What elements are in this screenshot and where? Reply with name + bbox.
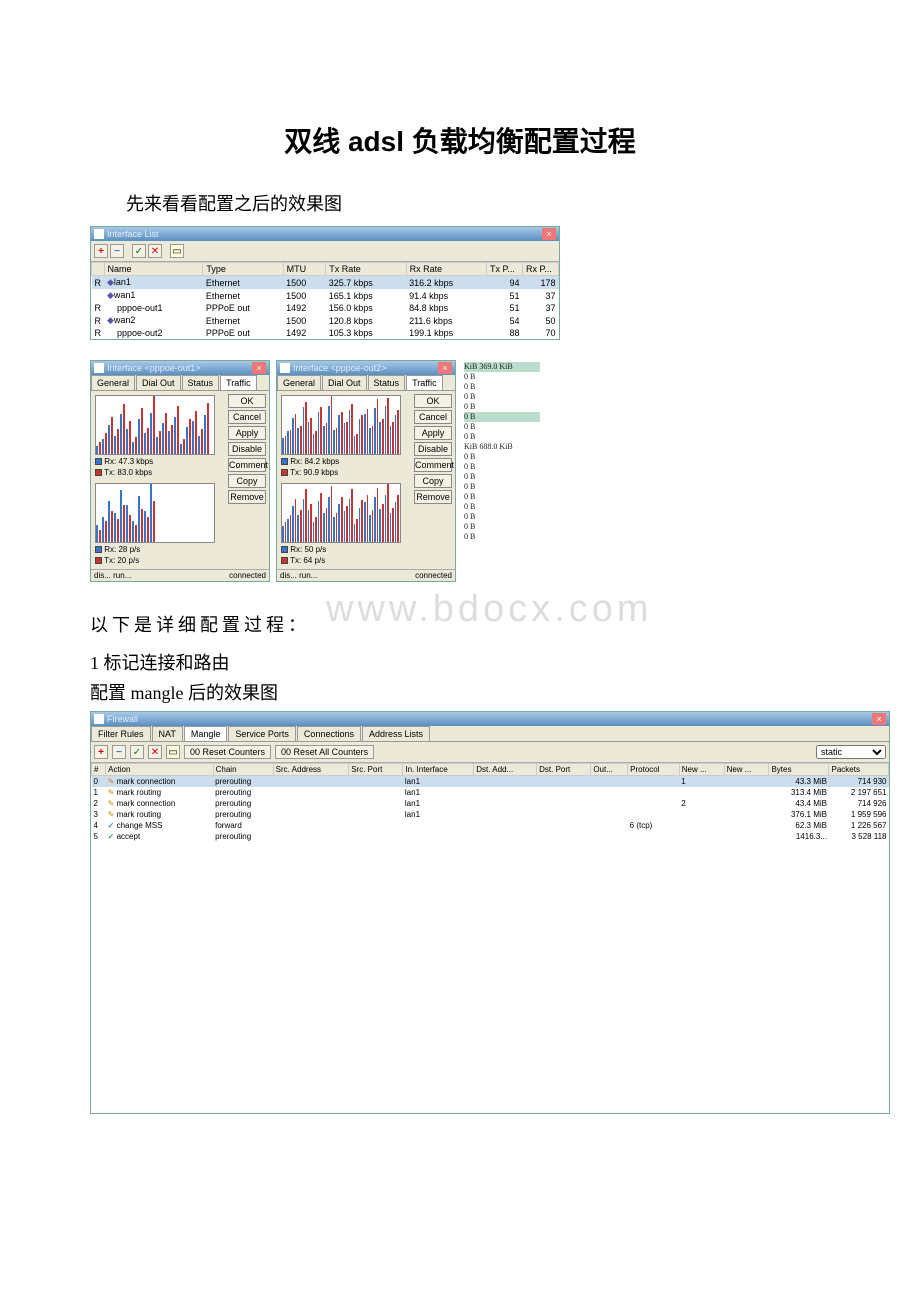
pppoe-out1-traffic-window: Interface <pppoe-out1> × GeneralDial Out… <box>90 360 270 582</box>
filter-dropdown[interactable]: static <box>816 745 886 759</box>
window-icon <box>94 229 104 239</box>
disable-button[interactable]: Disable <box>414 442 452 456</box>
remove-button[interactable]: Remove <box>228 490 266 504</box>
window-icon <box>94 714 104 724</box>
comment-button[interactable]: ▭ <box>166 745 180 759</box>
cancel-button[interactable]: Cancel <box>228 410 266 424</box>
interface-list-window: Interface List × + − ✓ ✕ ▭ Name Type MTU… <box>90 226 560 340</box>
close-icon[interactable]: × <box>438 362 452 374</box>
tab-status[interactable]: Status <box>368 375 406 390</box>
apply-button[interactable]: Apply <box>228 426 266 440</box>
table-row[interactable]: ◆wan1Ethernet1500165.1 kbps91.4 kbps5137 <box>92 289 559 302</box>
close-icon[interactable]: × <box>252 362 266 374</box>
table-row[interactable]: R◆wan2Ethernet1500120.8 kbps211.6 kbps54… <box>92 314 559 327</box>
cancel-button[interactable]: Cancel <box>414 410 452 424</box>
window-icon <box>94 363 104 373</box>
comment-button[interactable]: Comment <box>414 458 452 472</box>
enable-button[interactable]: ✓ <box>132 244 146 258</box>
comment-button[interactable]: Comment <box>228 458 266 472</box>
ok-button[interactable]: OK <box>228 394 266 408</box>
tab-general[interactable]: General <box>91 375 135 390</box>
add-button[interactable]: + <box>94 244 108 258</box>
table-row[interactable]: R◆lan1Ethernet1500325.7 kbps316.2 kbps94… <box>92 276 559 290</box>
header-row: #ActionChainSrc. AddressSrc. PortIn. Int… <box>92 764 889 776</box>
pppoe-out2-traffic-window: Interface <pppoe-out2> × GeneralDial Out… <box>276 360 456 582</box>
table-row[interactable]: R pppoe-out2PPPoE out1492105.3 kbps199.1… <box>92 327 559 339</box>
reset-all-counters-button[interactable]: 00 Reset All Counters <box>275 745 374 759</box>
apply-button[interactable]: Apply <box>414 426 452 440</box>
close-icon[interactable]: × <box>542 228 556 240</box>
tab-dial-out[interactable]: Dial Out <box>136 375 181 390</box>
tab-traffic[interactable]: Traffic <box>220 375 257 390</box>
tab-mangle[interactable]: Mangle <box>184 726 228 741</box>
tab-dial-out[interactable]: Dial Out <box>322 375 367 390</box>
firewall-window: Firewall × Filter RulesNATMangleService … <box>90 711 890 1114</box>
table-row[interactable]: 2✎ mark connectionpreroutinglan1243.4 Mi… <box>92 798 889 809</box>
ok-button[interactable]: OK <box>414 394 452 408</box>
intro-text: 先来看看配置之后的效果图 <box>90 190 830 216</box>
add-button[interactable]: + <box>94 745 108 759</box>
close-icon[interactable]: × <box>872 713 886 725</box>
table-row[interactable]: 4✓ change MSSforward6 (tcp)62.3 MiB1 226… <box>92 820 889 831</box>
copy-button[interactable]: Copy <box>228 474 266 488</box>
disable-button[interactable]: ✕ <box>148 244 162 258</box>
remove-button[interactable]: − <box>110 244 124 258</box>
disable-button[interactable]: Disable <box>228 442 266 456</box>
tab-connections[interactable]: Connections <box>297 726 361 741</box>
mangle-grid[interactable]: #ActionChainSrc. AddressSrc. PortIn. Int… <box>91 763 889 1113</box>
doc-title: 双线 adsl 负载均衡配置过程 <box>90 120 830 160</box>
copy-button[interactable]: Copy <box>414 474 452 488</box>
reset-counters-button[interactable]: 00 Reset Counters <box>184 745 271 759</box>
tab-address-lists[interactable]: Address Lists <box>362 726 430 741</box>
window-icon <box>280 363 290 373</box>
table-row[interactable]: 0✎ mark connectionpreroutinglan1143.3 Mi… <box>92 776 889 788</box>
tab-nat[interactable]: NAT <box>152 726 183 741</box>
twin1-title: Interface <pppoe-out1> <box>107 363 252 373</box>
section1: 1 标记连接和路由 <box>90 649 830 675</box>
tab-status[interactable]: Status <box>182 375 220 390</box>
tab-filter-rules[interactable]: Filter Rules <box>91 726 151 741</box>
tab-general[interactable]: General <box>277 375 321 390</box>
twin2-title: Interface <pppoe-out2> <box>293 363 438 373</box>
table-row[interactable]: 1✎ mark routingpreroutinglan1313.4 MiB2 … <box>92 787 889 798</box>
table-row[interactable]: R pppoe-out1PPPoE out1492156.0 kbps84.8 … <box>92 302 559 314</box>
remove-button[interactable]: − <box>112 745 126 759</box>
watermark: 以下是详细配置过程： www.bdocx.com <box>90 602 830 639</box>
table-row[interactable]: 3✎ mark routingpreroutinglan1376.1 MiB1 … <box>92 809 889 820</box>
comment-button[interactable]: ▭ <box>170 244 184 258</box>
firewall-title: Firewall <box>107 714 872 724</box>
section1b: 配置 mangle 后的效果图 <box>90 679 830 705</box>
interface-grid[interactable]: Name Type MTU Tx Rate Rx Rate Tx P... Rx… <box>91 262 559 339</box>
table-row[interactable]: 5✓ acceptprerouting1416.3...3 528 118 <box>92 831 889 842</box>
enable-button[interactable]: ✓ <box>130 745 144 759</box>
remove-button[interactable]: Remove <box>414 490 452 504</box>
interface-list-title: Interface List <box>107 229 542 239</box>
header-row: Name Type MTU Tx Rate Rx Rate Tx P... Rx… <box>92 263 559 276</box>
tab-traffic[interactable]: Traffic <box>406 375 443 390</box>
side-stats-fragment: KiB 369.0 KiB 0 B0 B0 B0 B0 B0 B0 BKiB 6… <box>462 360 542 544</box>
disable-button[interactable]: ✕ <box>148 745 162 759</box>
tab-service-ports[interactable]: Service Ports <box>228 726 296 741</box>
